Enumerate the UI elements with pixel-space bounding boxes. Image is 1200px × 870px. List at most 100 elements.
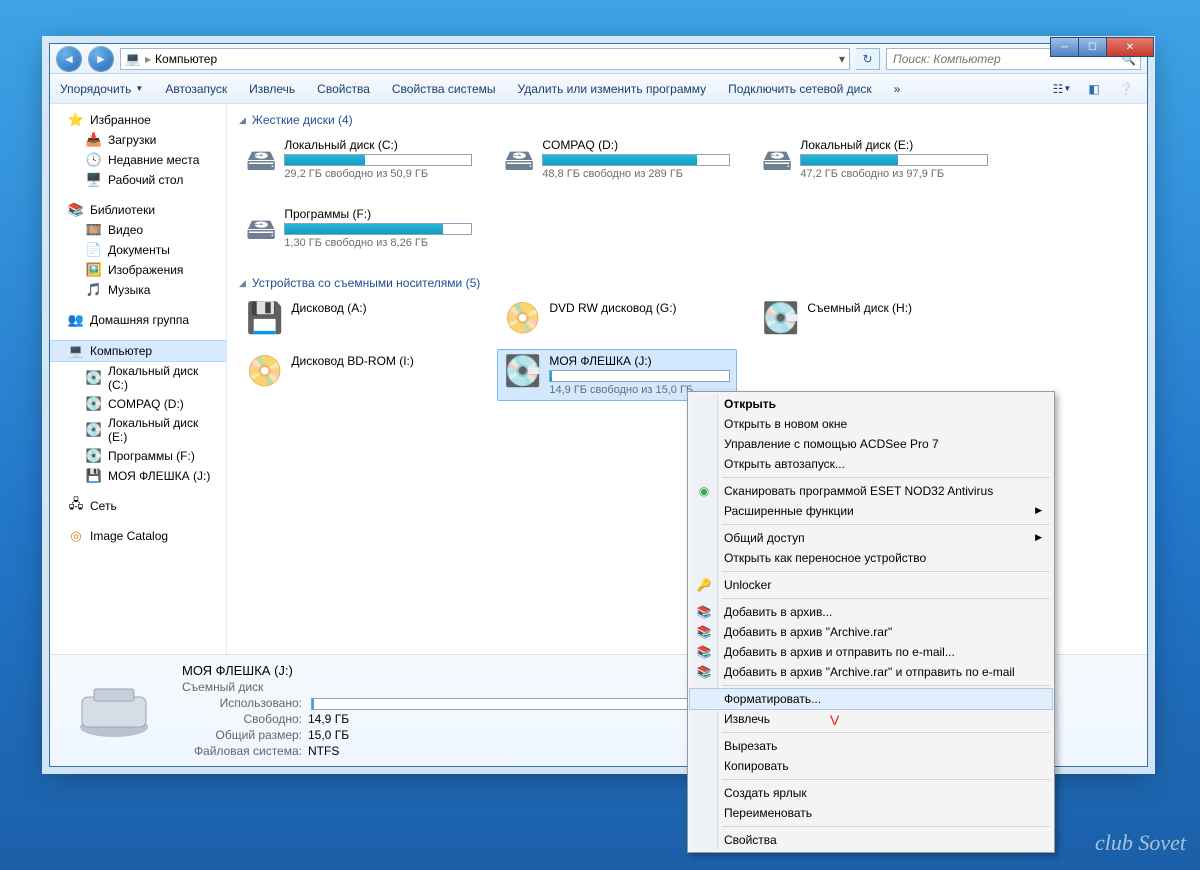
back-button[interactable]: ◄ <box>56 46 82 72</box>
close-button[interactable]: ✕ <box>1106 37 1154 57</box>
overflow-button[interactable]: » <box>894 82 901 96</box>
catalog-icon: ◎ <box>68 528 84 544</box>
refresh-button[interactable]: ↻ <box>856 48 880 70</box>
eject-button[interactable]: Извлечь <box>249 82 295 96</box>
sidebar-item[interactable]: 🖼️Изображения <box>50 260 226 280</box>
sidebar-item[interactable]: 💽Программы (F:) <box>50 446 226 466</box>
sidebar-item[interactable]: 🕓Недавние места <box>50 150 226 170</box>
collapse-icon: ◢ <box>239 115 246 126</box>
drive-icon: 💽 <box>504 354 541 396</box>
uninstall-button[interactable]: Удалить или изменить программу <box>518 82 707 96</box>
system-properties-button[interactable]: Свойства системы <box>392 82 496 96</box>
libraries-header[interactable]: 📚Библиотеки <box>50 200 226 220</box>
view-icon: ☷ <box>1053 82 1064 96</box>
context-item[interactable]: Извлечь <box>690 709 1052 729</box>
sidebar-item[interactable]: 💽Локальный диск (E:) <box>50 414 226 446</box>
usage-bar <box>549 370 730 382</box>
sidebar-item[interactable]: 🎞️Видео <box>50 220 226 240</box>
drive-name: Дисковод BD-ROM (I:) <box>291 354 472 368</box>
context-separator <box>722 732 1050 733</box>
minimize-button[interactable]: ─ <box>1050 37 1079 57</box>
autorun-button[interactable]: Автозапуск <box>165 82 227 96</box>
organize-button[interactable]: Упорядочить ▼ <box>60 82 143 96</box>
context-item-label: Вырезать <box>724 739 777 753</box>
context-item[interactable]: Свойства <box>690 830 1052 850</box>
context-item[interactable]: 📚 Добавить в архив "Archive.rar" <box>690 622 1052 642</box>
sidebar-item[interactable]: 📄Документы <box>50 240 226 260</box>
context-item-icon: 📚 <box>696 644 712 660</box>
forward-button[interactable]: ► <box>88 46 114 72</box>
sidebar-item[interactable]: 🎵Музыка <box>50 280 226 300</box>
properties-button[interactable]: Свойства <box>317 82 370 96</box>
context-item[interactable]: Форматировать... <box>690 689 1052 709</box>
view-button[interactable]: ☷▼ <box>1051 78 1073 100</box>
total-value: 15,0 ГБ <box>308 728 349 742</box>
address-bar[interactable]: 💻 ▸ Компьютер ▾ <box>120 48 850 70</box>
context-item[interactable]: Открыть автозапуск... <box>690 454 1052 474</box>
preview-pane-button[interactable]: ◧ <box>1083 78 1105 100</box>
drive-icon: 🖴 <box>246 207 276 258</box>
context-item-icon: 📚 <box>696 624 712 640</box>
removable-section-header[interactable]: ◢ Устройства со съемными носителями (5) <box>239 273 1135 296</box>
maximize-button[interactable]: ☐ <box>1078 37 1107 57</box>
pane-icon: ◧ <box>1088 82 1099 96</box>
drive-icon: 📀 <box>246 354 283 396</box>
context-item[interactable]: 📚 Добавить в архив и отправить по e-mail… <box>690 642 1052 662</box>
usage-bar <box>542 154 730 166</box>
drive-icon: 💽 <box>86 448 102 464</box>
context-separator <box>722 685 1050 686</box>
refresh-icon: ↻ <box>862 52 872 66</box>
network-header[interactable]: 🖧Сеть <box>50 496 226 516</box>
image-catalog-header[interactable]: ◎Image Catalog <box>50 526 226 546</box>
context-item-label: Расширенные функции <box>724 504 854 518</box>
item-icon: 📄 <box>86 242 102 258</box>
drive-icon: 💾 <box>86 468 102 484</box>
drive-item[interactable]: 🖴 Локальный диск (E:) 47,2 ГБ свободно и… <box>755 133 995 194</box>
context-item[interactable]: Вырезать <box>690 736 1052 756</box>
drive-item[interactable]: 🖴 Локальный диск (C:) 29,2 ГБ свободно и… <box>239 133 479 194</box>
drive-item[interactable]: 🖴 COMPAQ (D:) 48,8 ГБ свободно из 289 ГБ <box>497 133 737 194</box>
drive-name: DVD RW дисковод (G:) <box>549 301 730 315</box>
drive-item[interactable]: 🖴 Программы (F:) 1,30 ГБ свободно из 8,2… <box>239 202 479 263</box>
context-item[interactable]: 📚 Добавить в архив... <box>690 602 1052 622</box>
context-item[interactable]: Открыть <box>690 394 1052 414</box>
help-button[interactable]: ❔ <box>1115 78 1137 100</box>
drive-name: Дисковод (A:) <box>291 301 472 315</box>
free-label: Свободно: <box>182 712 302 726</box>
homegroup-header[interactable]: 👥Домашняя группа <box>50 310 226 330</box>
context-item[interactable]: Копировать <box>690 756 1052 776</box>
context-item[interactable]: 🔑 Unlocker <box>690 575 1052 595</box>
drive-sub: 47,2 ГБ свободно из 97,9 ГБ <box>800 168 988 180</box>
computer-header[interactable]: 💻Компьютер <box>50 340 226 362</box>
sidebar-item[interactable]: 💽COMPAQ (D:) <box>50 394 226 414</box>
context-item-icon: 📚 <box>696 664 712 680</box>
drive-item[interactable]: 💾 Дисковод (A:) <box>239 296 479 341</box>
map-network-button[interactable]: Подключить сетевой диск <box>728 82 871 96</box>
context-item[interactable]: Открыть как переносное устройство <box>690 548 1052 568</box>
context-item-label: Unlocker <box>724 578 771 592</box>
context-item[interactable]: ◉ Сканировать программой ESET NOD32 Anti… <box>690 481 1052 501</box>
context-item[interactable]: Переименовать <box>690 803 1052 823</box>
sidebar-item[interactable]: 🖥️Рабочий стол <box>50 170 226 190</box>
context-item[interactable]: Управление с помощью ACDSee Pro 7 <box>690 434 1052 454</box>
sidebar-item[interactable]: 💽Локальный диск (C:) <box>50 362 226 394</box>
favorites-header[interactable]: ⭐Избранное <box>50 110 226 130</box>
context-item[interactable]: 📚 Добавить в архив "Archive.rar" и отпра… <box>690 662 1052 682</box>
context-separator <box>722 524 1050 525</box>
sidebar-item[interactable]: 📥Загрузки <box>50 130 226 150</box>
usage-bar <box>800 154 988 166</box>
drive-item[interactable]: 📀 DVD RW дисковод (G:) <box>497 296 737 341</box>
context-item[interactable]: Открыть в новом окне <box>690 414 1052 434</box>
sidebar-item[interactable]: 💾МОЯ ФЛЕШКА (J:) <box>50 466 226 486</box>
drive-item[interactable]: 📀 Дисковод BD-ROM (I:) <box>239 349 479 401</box>
context-item[interactable]: Общий доступ ▶ <box>690 528 1052 548</box>
item-icon: 🖥️ <box>86 172 102 188</box>
hdd-section-header[interactable]: ◢ Жесткие диски (4) <box>239 110 1135 133</box>
context-item-label: Создать ярлык <box>724 786 807 800</box>
context-item[interactable]: Создать ярлык <box>690 783 1052 803</box>
drive-item[interactable]: 💽 Съемный диск (H:) <box>755 296 995 341</box>
computer-icon: 💻 <box>125 51 141 67</box>
context-item[interactable]: Расширенные функции ▶ <box>690 501 1052 521</box>
item-icon: 📥 <box>86 132 102 148</box>
drive-name: Съемный диск (H:) <box>807 301 988 315</box>
